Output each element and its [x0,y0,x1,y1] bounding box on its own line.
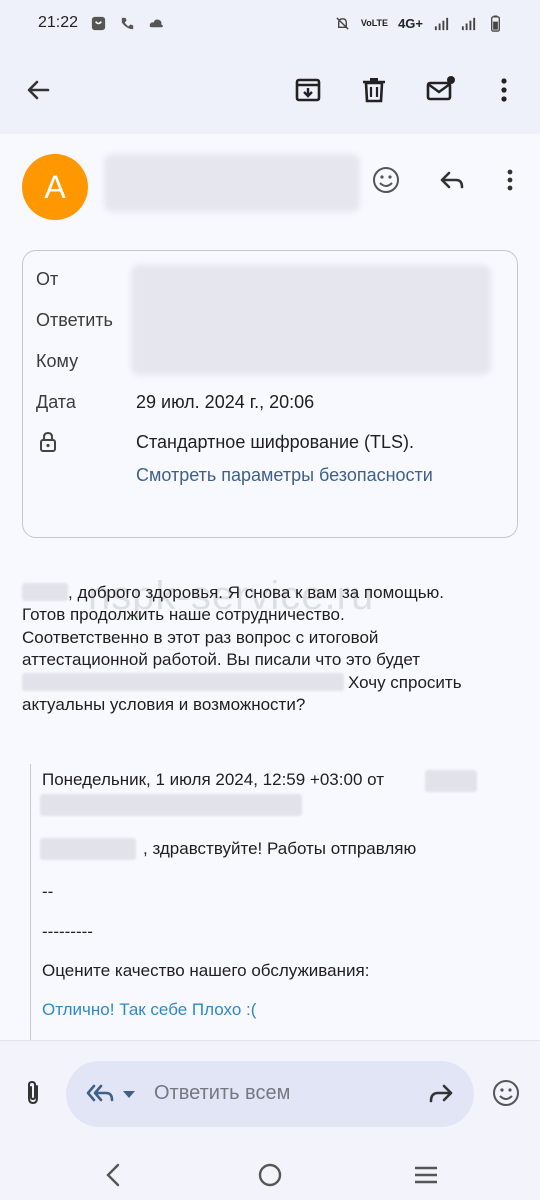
lock-icon [40,431,56,452]
quote-email-redacted [40,794,302,816]
message-details-card: От Ответить Кому Дата 29 июл. 2024 г., 2… [22,250,518,538]
to-label: Кому [36,351,79,371]
emoji-reaction-icon[interactable] [490,1077,522,1109]
status-bar: 21:22 VoLTE 4G+ [0,0,540,46]
arrow-left-icon[interactable] [22,74,54,106]
security-settings-link[interactable]: Смотреть параметры безопасности [136,465,433,486]
quote-greeting: , здравствуйте! Работы отправляю [143,839,417,858]
encryption-value: Стандартное шифрование (TLS). [136,432,415,452]
quote-name-redacted [40,838,136,860]
quote-sig-dash: -- [42,882,54,901]
more-vert-icon[interactable] [488,74,520,106]
body-line-4: аттестационной работой. Вы писали что эт… [22,650,420,670]
from-label: От [36,269,59,289]
reply-all-field[interactable]: Ответить всем [66,1061,474,1127]
emoji-icon[interactable] [370,164,402,196]
quote-rating-links[interactable]: Отлично! Так себе Плохо :( [42,1000,256,1020]
avatar-letter: A [44,168,66,205]
reply-all-icon[interactable] [84,1079,116,1109]
cloud-icon [149,19,163,27]
quote-header: Понедельник, 1 июля 2024, 12:59 +03:00 о… [42,770,384,789]
volte-badge: VoLTE [360,17,389,28]
avatar[interactable]: A [22,154,88,220]
message-content: A От Ответить Кому Дата 29 июл. 2024 г.,… [0,134,540,1044]
message-body: , доброго здоровья. Я снова к вам за пом… [22,582,502,716]
date-value: 29 июл. 2024 г., 20:06 [136,392,315,412]
message-more-icon[interactable] [494,164,526,196]
date-label: Дата [36,392,76,412]
chevron-down-icon[interactable] [122,1089,136,1099]
status-time: 21:22 [38,14,79,31]
top-app-bar [0,46,540,134]
phone-missed-icon [121,17,134,29]
nav-back-icon[interactable] [100,1161,128,1189]
body-line-2: Готов продолжить наше сотрудничество. [22,605,345,625]
name-redacted [22,583,68,601]
text-redacted [22,672,344,691]
reply-icon[interactable] [436,164,468,196]
quote-rate-text: Оцените качество нашего обслуживания: [42,961,370,980]
body-line-3: Соответственно в этот раз вопрос с итого… [22,627,379,647]
reply-all-placeholder: Ответить всем [154,1082,291,1104]
mute-icon [336,16,349,30]
network-type: 4G+ [398,15,423,31]
trash-icon[interactable] [358,74,390,106]
nav-recents-icon[interactable] [412,1161,440,1189]
mail-dot-icon[interactable] [424,74,456,106]
quoted-message: Понедельник, 1 июля 2024, 12:59 +03:00 о… [30,764,520,1044]
body-line-6: актуальны условия и возможности? [22,695,306,715]
forward-icon[interactable] [426,1081,456,1107]
addresses-redacted [131,265,491,375]
nav-home-icon[interactable] [256,1161,284,1189]
reply-to-label: Ответить [36,310,113,330]
bottom-bar: Ответить всем [0,1040,540,1200]
signal-icon [434,17,449,30]
system-navigation-bar [0,1149,540,1200]
body-line-1: , доброго здоровья. Я снова к вам за пом… [68,583,445,602]
sender-name-redacted [104,154,360,212]
quote-sender-redacted [425,770,477,792]
attachment-icon[interactable] [20,1079,48,1107]
signal-icon-2 [461,17,476,30]
archive-icon[interactable] [292,74,324,106]
body-line-5: Хочу спросить [348,672,462,692]
battery-icon [491,14,500,32]
quote-sig-divider: --------- [42,922,93,941]
bag-notification-icon [91,16,106,30]
